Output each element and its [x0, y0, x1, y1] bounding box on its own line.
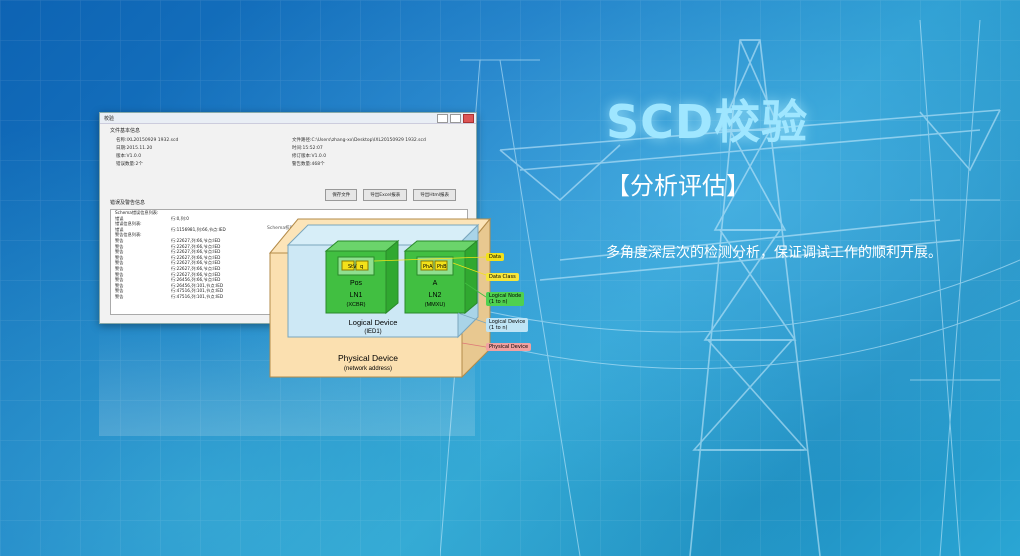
- ln2-side: [464, 239, 478, 315]
- tag-data-class: Data Class: [486, 273, 519, 281]
- close-icon[interactable]: [463, 114, 474, 123]
- tag-physical-device: Physical Device: [486, 343, 532, 351]
- maximize-icon[interactable]: [450, 114, 461, 123]
- logical-device-sub: (IED1): [364, 329, 381, 335]
- save-file-button[interactable]: 保存文件: [325, 189, 358, 201]
- ln2-name: A: [433, 280, 438, 287]
- page-title: SCD校验: [606, 95, 809, 149]
- field-error-count: 错误数量:2个: [116, 162, 143, 167]
- page-subtitle: 【分析评估】: [606, 172, 750, 200]
- physical-device-sub: (network address): [344, 366, 392, 372]
- tag-data: Data: [486, 253, 504, 261]
- field-file-path: 文件路径:C:\Users\zhang-xx\Desktop\IXL201509…: [292, 138, 426, 143]
- error-row-message: 行:1156981,列:66,节点:IED: [171, 226, 226, 232]
- ln1-data-1-label: StV: [348, 264, 357, 270]
- field-time: 时间:15:52:07: [292, 146, 323, 151]
- window-buttons: 保存文件 导出Excel报表 导出Html报表: [325, 189, 456, 201]
- tag-logical-device: Logical Device (1 to n): [486, 318, 529, 332]
- field-version: 版本:V1.0.0: [116, 154, 142, 159]
- page-description: 多角度深层次的检测分析，保证调试工作的顺利开展。: [606, 245, 942, 261]
- field-revision: 修订版本:V1.0.0: [292, 154, 327, 159]
- file-info-heading: 文件基本信息: [110, 128, 141, 134]
- error-row-message: 行:47516,列:101,节点:IED: [171, 293, 224, 299]
- window-title: 校验: [104, 116, 115, 122]
- ln2-sub: (MMXU): [425, 302, 446, 308]
- field-date: 日期:2015.11.20: [116, 146, 153, 151]
- ln1-sub: (XCBR): [347, 302, 366, 308]
- error-row-type: 警告: [115, 293, 124, 299]
- ln2-data-2-label: PhB: [437, 264, 447, 270]
- export-excel-button[interactable]: 导出Excel报表: [363, 189, 408, 201]
- export-html-button[interactable]: 导出Html报表: [413, 189, 456, 201]
- tag-logical-node: Logical Node (1 to n): [486, 292, 525, 306]
- ln2-label: LN2: [429, 292, 442, 299]
- field-warning-count: 警告数量:468个: [292, 162, 325, 167]
- ln1-data-2-label: q: [360, 264, 363, 270]
- ln1-label: LN1: [350, 292, 363, 299]
- field-name: 名称:IXL20150929 1932.scd: [116, 138, 179, 143]
- window-titlebar: 校验: [100, 113, 476, 124]
- minimize-icon[interactable]: [437, 114, 448, 123]
- logical-device-label: Logical Device: [349, 318, 398, 327]
- ln2-data-1-label: PhA: [423, 264, 433, 270]
- ln1-side: [385, 239, 399, 315]
- ln1-name: Pos: [350, 280, 363, 287]
- error-heading: 错误及警告信息: [110, 200, 146, 206]
- error-row-message: 行:0,列:0: [171, 215, 189, 221]
- physical-device-label: Physical Device: [338, 353, 398, 363]
